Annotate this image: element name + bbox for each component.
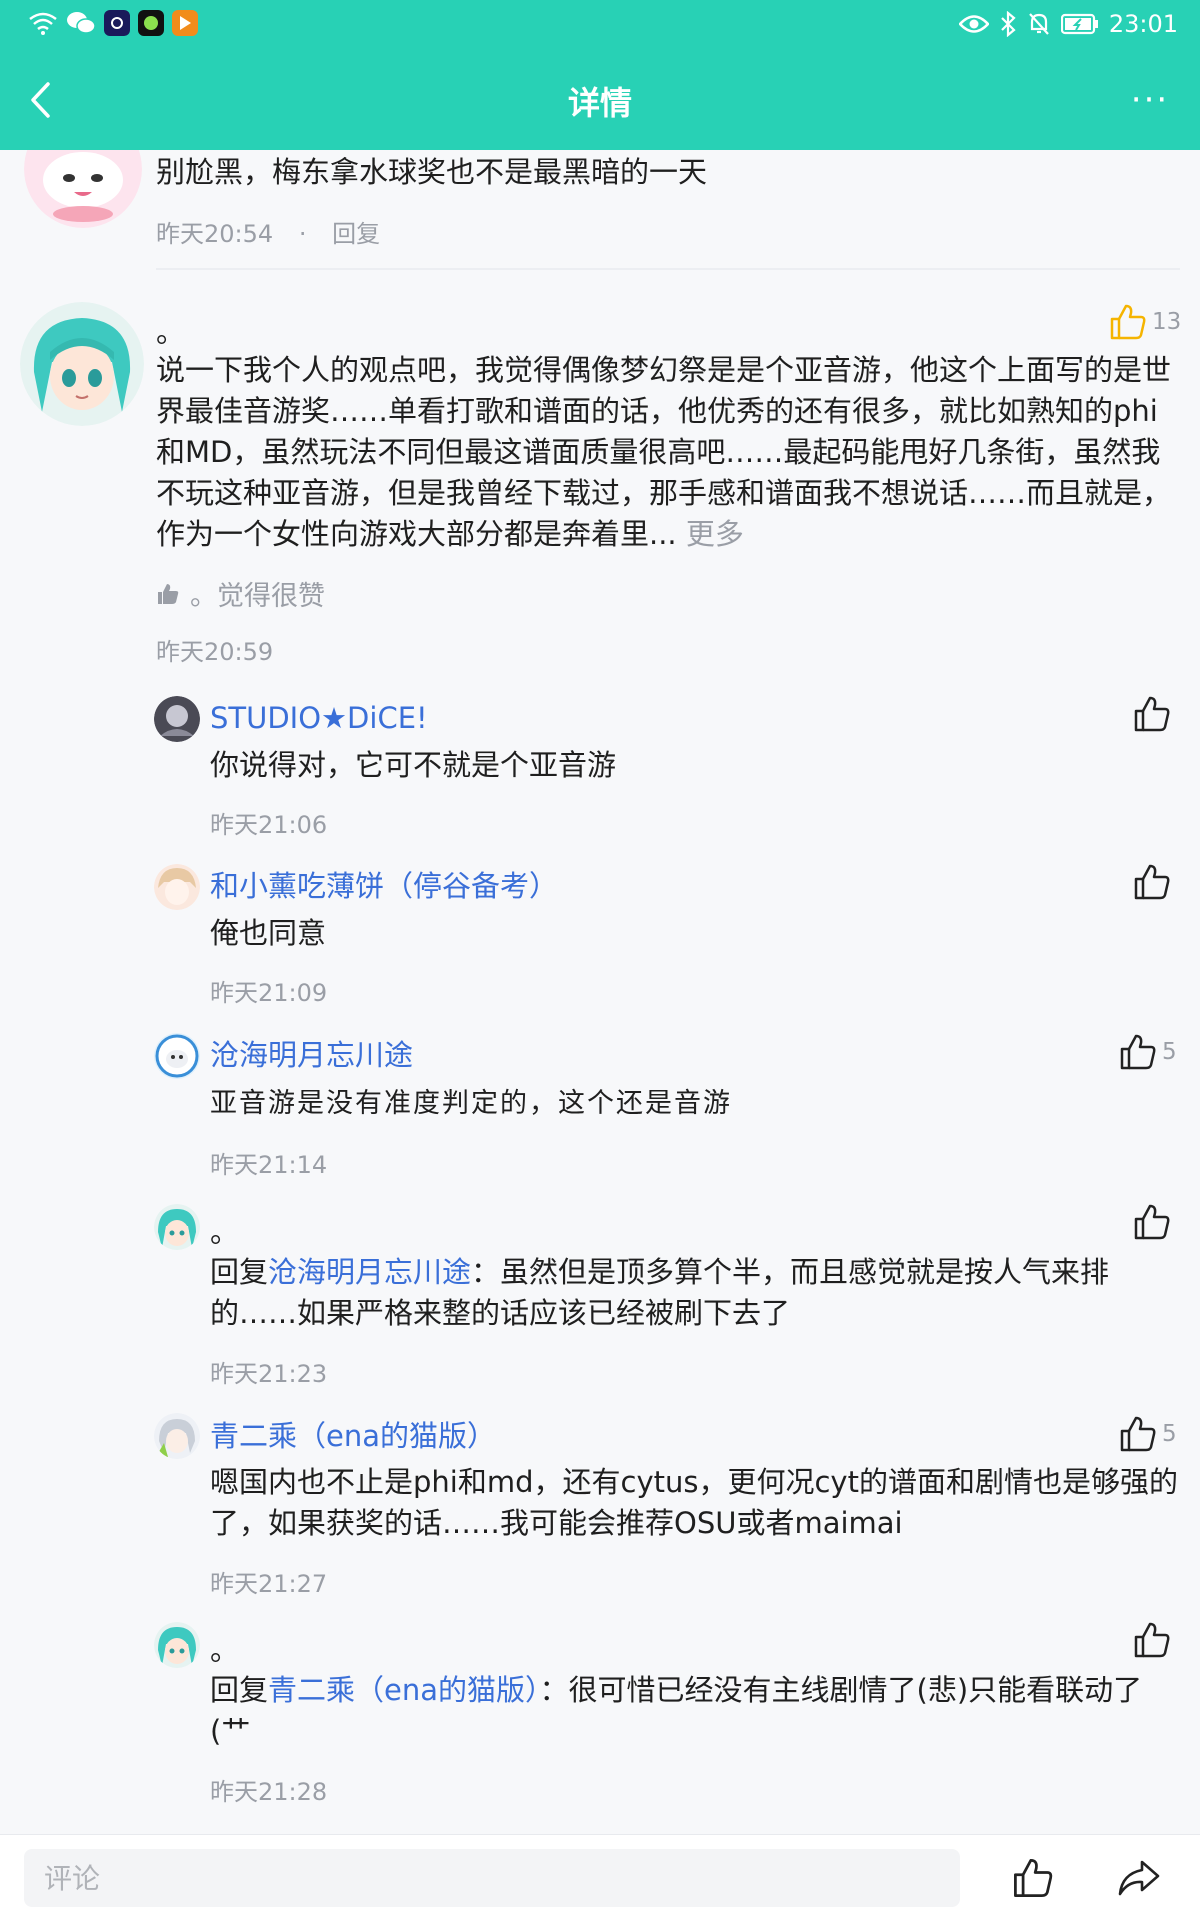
reply-text: 你说得对，它可不就是个亚音游	[210, 748, 617, 782]
status-right-icons: 23:01	[958, 10, 1178, 38]
reply-username[interactable]: 沧海明月忘川途	[210, 1035, 413, 1075]
thumbs-up-icon	[1134, 1622, 1170, 1658]
reply-username[interactable]: STUDIO★DiCE!	[210, 698, 428, 738]
thumbs-up-icon	[158, 583, 179, 604]
reply-time: 昨天21:23	[210, 1360, 328, 1388]
mention-link[interactable]: 沧海明月忘川途	[268, 1255, 471, 1289]
like-count: 5	[1162, 1421, 1177, 1447]
more-options-button[interactable]: ···	[1120, 72, 1180, 128]
wifi-icon	[29, 12, 57, 35]
reply-username[interactable]: 青二乘（ena的猫版）	[210, 1416, 496, 1456]
status-left-icons	[28, 10, 198, 36]
status-time: 23:01	[1108, 10, 1178, 38]
thumbs-up-icon	[1120, 1034, 1156, 1070]
reply-username[interactable]: 。	[210, 1630, 239, 1670]
like-button[interactable]: 5	[1118, 1414, 1177, 1454]
avatar[interactable]	[20, 302, 144, 426]
avatar[interactable]	[154, 864, 200, 910]
reply-time: 昨天21:14	[210, 1151, 328, 1179]
reply-text: 回复沧海明月忘川途：虽然但是顶多算个半，而且感觉就是按人气来排的……如果严格来整…	[210, 1252, 1180, 1334]
avatar[interactable]	[154, 1622, 200, 1668]
app-bar: 详情 ···	[0, 50, 1200, 150]
meta-separator: ·	[298, 220, 307, 248]
reply-text: 回复青二乘（ena的猫版）：很可惜已经没有主线剧情了(悲)只能看联动了(艹	[210, 1670, 1170, 1752]
thumbs-up-icon	[1120, 1416, 1156, 1452]
like-button[interactable]	[1132, 862, 1176, 902]
mute-icon	[1029, 13, 1049, 35]
share-button[interactable]	[1106, 1845, 1172, 1911]
reply-text: 俺也同意	[210, 916, 327, 950]
app-icon	[172, 10, 198, 36]
bottom-comment-bar	[0, 1834, 1200, 1921]
liked-by-row[interactable]: 。觉得很赞	[156, 574, 325, 613]
like-button[interactable]: 13	[1108, 302, 1181, 342]
like-count: 5	[1162, 1039, 1177, 1065]
comment-username[interactable]: 。	[156, 312, 185, 352]
comment-input[interactable]	[24, 1849, 960, 1907]
like-button[interactable]	[1132, 1620, 1176, 1660]
expand-more-link[interactable]: 更多	[686, 517, 744, 551]
thumbs-up-icon	[1134, 864, 1170, 900]
eye-icon	[958, 15, 989, 33]
thumbs-up-icon	[1134, 696, 1170, 732]
app-icon	[138, 10, 164, 36]
like-button[interactable]: 5	[1118, 1032, 1177, 1072]
reply-text: 亚音游是没有准度判定的，这个还是音游	[210, 1088, 732, 1119]
bluetooth-icon	[1001, 11, 1016, 37]
comment-text: 说一下我个人的观点吧，我觉得偶像梦幻祭是是个亚音游，他这个上面写的是世界最佳音游…	[156, 350, 1180, 555]
liked-by-text: 。觉得很赞	[190, 581, 325, 612]
wechat-icon	[67, 12, 96, 34]
thumbs-up-icon	[1110, 304, 1146, 340]
reply-prefix: 回复	[210, 1255, 269, 1289]
avatar[interactable]	[154, 696, 200, 742]
mention-link[interactable]: 青二乘（ena的猫版）	[268, 1673, 540, 1707]
reply-time: 昨天21:28	[210, 1778, 328, 1806]
like-button[interactable]	[1132, 1202, 1176, 1242]
avatar[interactable]	[154, 1204, 200, 1250]
avatar[interactable]	[154, 1413, 200, 1459]
share-icon	[1118, 1860, 1160, 1896]
reply-prefix: 回复	[210, 1673, 269, 1707]
comment-body: 说一下我个人的观点吧，我觉得偶像梦幻祭是是个亚音游，他这个上面写的是世界最佳音游…	[156, 353, 1172, 551]
reply-text: 嗯国内也不止是phi和md，还有cytus，更何况cyt的谱面和剧情也是够强的了…	[210, 1465, 1178, 1540]
reply-username[interactable]: 和小薰吃薄饼（停谷备考）	[210, 866, 558, 906]
comment-time: 昨天20:54	[156, 220, 274, 248]
avatar[interactable]	[154, 1033, 200, 1079]
comment-time: 昨天20:59	[156, 638, 274, 666]
divider	[156, 268, 1180, 270]
comment-meta: 昨天20:54 · 回复	[156, 214, 380, 249]
page-title: 详情	[567, 84, 632, 122]
reply-time: 昨天21:06	[210, 811, 328, 839]
like-post-button[interactable]	[1000, 1845, 1066, 1911]
status-bar: 23:01	[0, 0, 1200, 50]
reply-username[interactable]: 。	[210, 1212, 239, 1252]
comment-text: 别尬黑，梅东拿水球奖也不是最黑暗的一天	[156, 155, 708, 189]
reply-time: 昨天21:27	[210, 1570, 328, 1598]
thumbs-up-icon	[1014, 1859, 1053, 1897]
reply-link[interactable]: 回复	[332, 220, 380, 248]
like-button[interactable]	[1132, 694, 1176, 734]
reply-time: 昨天21:09	[210, 979, 328, 1007]
thumbs-up-icon	[1134, 1204, 1170, 1240]
app-icon	[104, 10, 130, 36]
more-icon: ···	[1130, 80, 1170, 120]
like-count: 13	[1152, 309, 1182, 335]
battery-icon	[1060, 13, 1098, 35]
